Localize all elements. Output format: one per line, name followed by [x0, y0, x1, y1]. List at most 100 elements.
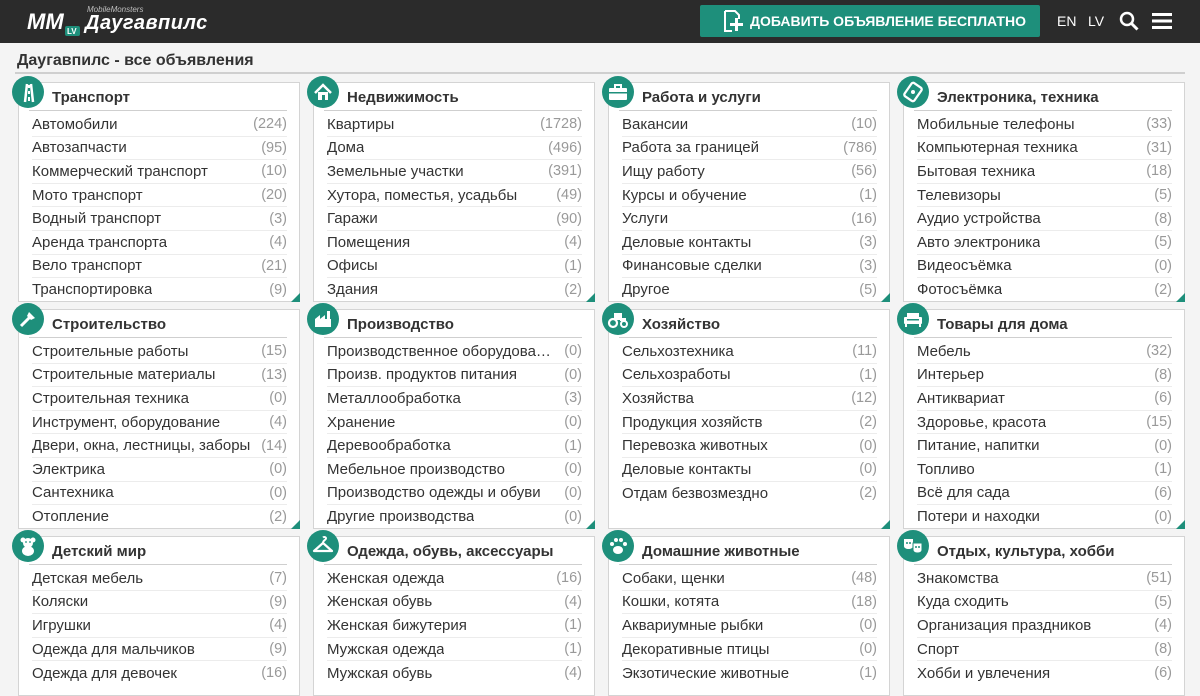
add-listing-button[interactable]: ДОБАВИТЬ ОБЪЯВЛЕНИЕ БЕСПЛАТНО	[700, 5, 1040, 37]
subcategory-link[interactable]: Перевозка животных (0)	[622, 434, 877, 458]
subcategory-link[interactable]: Автомобили (224)	[32, 113, 287, 137]
category-title[interactable]: Детский мир	[52, 543, 146, 560]
subcategory-link[interactable]: Отдам безвозмездно (2)	[622, 482, 877, 506]
subcategory-link[interactable]: Собаки, щенки (48)	[622, 567, 877, 591]
subcategory-link[interactable]: Двери, окна, лестницы, заборы (14)	[32, 434, 287, 458]
category-title[interactable]: Недвижимость	[347, 89, 459, 106]
trowel-icon[interactable]	[12, 303, 44, 335]
subcategory-link[interactable]: Коммерческий транспорт (10)	[32, 160, 287, 184]
sofa-icon[interactable]	[897, 303, 929, 335]
subcategory-link[interactable]: Интерьер (8)	[917, 364, 1172, 388]
subcategory-link[interactable]: Водный транспорт (3)	[32, 207, 287, 231]
category-title[interactable]: Домашние животные	[642, 543, 800, 560]
subcategory-link[interactable]: Телевизоры (5)	[917, 184, 1172, 208]
subcategory-link[interactable]: Хутора, поместья, усадьбы (49)	[327, 184, 582, 208]
subcategory-link[interactable]: Мото транспорт (20)	[32, 184, 287, 208]
subcategory-link[interactable]: Спорт (8)	[917, 638, 1172, 662]
subcategory-link[interactable]: Мужская одежда (1)	[327, 638, 582, 662]
subcategory-link[interactable]: Женская бижутерия (1)	[327, 614, 582, 638]
subcategory-link[interactable]: Питание, напитки (0)	[917, 434, 1172, 458]
subcategory-link[interactable]: Кошки, котята (18)	[622, 591, 877, 615]
subcategory-link[interactable]: Декоративные птицы (0)	[622, 638, 877, 662]
subcategory-link[interactable]: Автозапчасти (95)	[32, 137, 287, 161]
subcategory-link[interactable]: Антиквариат (6)	[917, 387, 1172, 411]
subcategory-link[interactable]: Деловые контакты (3)	[622, 231, 877, 255]
subcategory-link[interactable]: Аудио устройства (8)	[917, 207, 1172, 231]
subcategory-link[interactable]: Бытовая техника (18)	[917, 160, 1172, 184]
road-icon[interactable]	[12, 76, 44, 108]
subcategory-link[interactable]: Продукция хозяйств (2)	[622, 411, 877, 435]
subcategory-link[interactable]: Финансовые сделки (3)	[622, 255, 877, 279]
category-title[interactable]: Одежда, обувь, аксессуары	[347, 543, 553, 560]
subcategory-link[interactable]: Знакомства (51)	[917, 567, 1172, 591]
subcategory-link[interactable]: Потери и находки (0)	[917, 505, 1172, 529]
subcategory-link[interactable]: Помещения (4)	[327, 231, 582, 255]
masks-icon[interactable]	[897, 530, 929, 562]
subcategory-link[interactable]: Сантехника (0)	[32, 482, 287, 506]
category-title[interactable]: Товары для дома	[937, 316, 1068, 333]
subcategory-link[interactable]: Произв. продуктов питания (0)	[327, 364, 582, 388]
subcategory-link[interactable]: Мебельное производство (0)	[327, 458, 582, 482]
subcategory-link[interactable]: Земельные участки (391)	[327, 160, 582, 184]
subcategory-link[interactable]: Электрика (0)	[32, 458, 287, 482]
subcategory-link[interactable]: Хранение (0)	[327, 411, 582, 435]
category-title[interactable]: Хозяйство	[642, 316, 720, 333]
subcategory-link[interactable]: Транспортировка (9)	[32, 278, 287, 302]
subcategory-link[interactable]: Вакансии (10)	[622, 113, 877, 137]
subcategory-link[interactable]: Дома (496)	[327, 137, 582, 161]
house-icon[interactable]	[307, 76, 339, 108]
subcategory-link[interactable]: Аквариумные рыбки (0)	[622, 614, 877, 638]
subcategory-link[interactable]: Строительные работы (15)	[32, 340, 287, 364]
subcategory-link[interactable]: Топливо (1)	[917, 458, 1172, 482]
category-title[interactable]: Работа и услуги	[642, 89, 761, 106]
subcategory-link[interactable]: Детская мебель (7)	[32, 567, 287, 591]
subcategory-link[interactable]: Работа за границей (786)	[622, 137, 877, 161]
site-logo-icon[interactable]: MM LV	[26, 6, 82, 38]
paw-icon[interactable]	[602, 530, 634, 562]
lang-lv-link[interactable]: LV	[1088, 13, 1104, 29]
subcategory-link[interactable]: Видеосъёмка (0)	[917, 255, 1172, 279]
subcategory-link[interactable]: Производственное оборудован… (0)	[327, 340, 582, 364]
briefcase-icon[interactable]	[602, 76, 634, 108]
subcategory-link[interactable]: Одежда для мальчиков (9)	[32, 638, 287, 662]
subcategory-link[interactable]: Металлообработка (3)	[327, 387, 582, 411]
menu-icon[interactable]	[1152, 12, 1172, 30]
category-title[interactable]: Электроника, техника	[937, 89, 1099, 106]
subcategory-link[interactable]: Строительные материалы (13)	[32, 364, 287, 388]
subcategory-link[interactable]: Хобби и увлечения (6)	[917, 661, 1172, 685]
subcategory-link[interactable]: Фотосъёмка (2)	[917, 278, 1172, 302]
tractor-icon[interactable]	[602, 303, 634, 335]
subcategory-link[interactable]: Сельхозработы (1)	[622, 364, 877, 388]
subcategory-link[interactable]: Вело транспорт (21)	[32, 255, 287, 279]
subcategory-link[interactable]: Деревообработка (1)	[327, 434, 582, 458]
search-icon[interactable]	[1119, 11, 1139, 31]
subcategory-link[interactable]: Инструмент, оборудование (4)	[32, 411, 287, 435]
subcategory-link[interactable]: Квартиры (1728)	[327, 113, 582, 137]
subcategory-link[interactable]: Мобильные телефоны (33)	[917, 113, 1172, 137]
subcategory-link[interactable]: Отопление (2)	[32, 505, 287, 529]
electronics-icon[interactable]	[897, 76, 929, 108]
subcategory-link[interactable]: Организация праздников (4)	[917, 614, 1172, 638]
hanger-icon[interactable]	[307, 530, 339, 562]
subcategory-link[interactable]: Женская одежда (16)	[327, 567, 582, 591]
subcategory-link[interactable]: Одежда для девочек (16)	[32, 661, 287, 685]
subcategory-link[interactable]: Здания (2)	[327, 278, 582, 302]
subcategory-link[interactable]: Мужская обувь (4)	[327, 661, 582, 685]
category-title[interactable]: Производство	[347, 316, 454, 333]
subcategory-link[interactable]: Производство одежды и обуви (0)	[327, 482, 582, 506]
category-title[interactable]: Строительство	[52, 316, 166, 333]
category-title[interactable]: Отдых, культура, хобби	[937, 543, 1115, 560]
subcategory-link[interactable]: Услуги (16)	[622, 207, 877, 231]
subcategory-link[interactable]: Ищу работу (56)	[622, 160, 877, 184]
subcategory-link[interactable]: Строительная техника (0)	[32, 387, 287, 411]
subcategory-link[interactable]: Офисы (1)	[327, 255, 582, 279]
factory-icon[interactable]	[307, 303, 339, 335]
subcategory-link[interactable]: Мебель (32)	[917, 340, 1172, 364]
subcategory-link[interactable]: Аренда транспорта (4)	[32, 231, 287, 255]
subcategory-link[interactable]: Компьютерная техника (31)	[917, 137, 1172, 161]
subcategory-link[interactable]: Гаражи (90)	[327, 207, 582, 231]
subcategory-link[interactable]: Сельхозтехника (11)	[622, 340, 877, 364]
subcategory-link[interactable]: Другое (5)	[622, 278, 877, 302]
subcategory-link[interactable]: Экзотические животные (1)	[622, 661, 877, 685]
subcategory-link[interactable]: Курсы и обучение (1)	[622, 184, 877, 208]
